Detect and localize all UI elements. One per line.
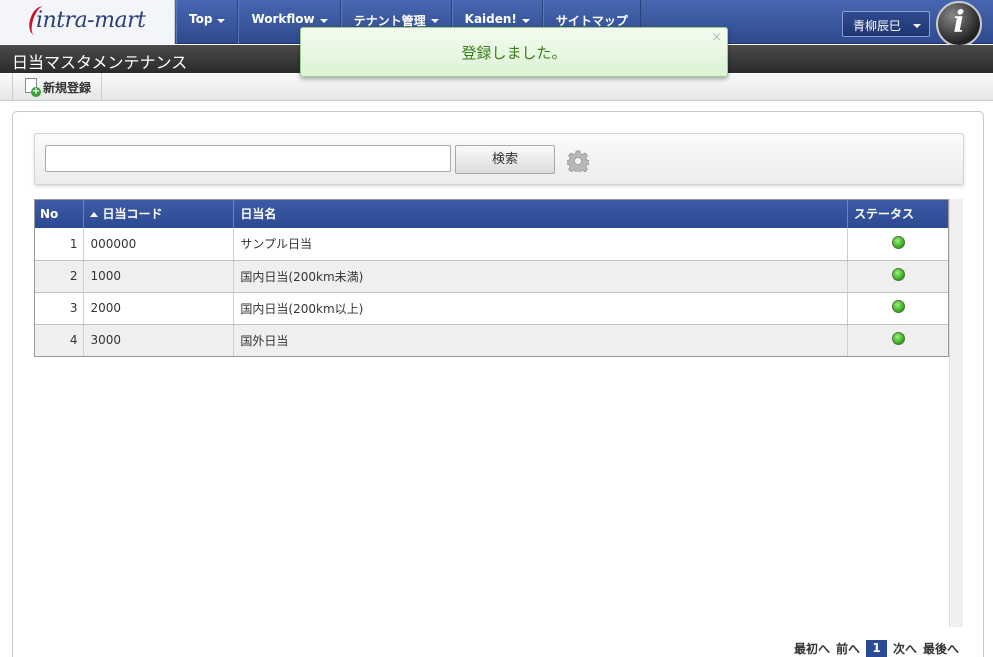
row-code: 1000: [83, 260, 235, 293]
table-scrollbar[interactable]: [949, 199, 963, 627]
row-code: 2000: [83, 292, 235, 325]
row-name: 国内日当(200km未満): [233, 260, 849, 293]
row-status: [847, 292, 949, 325]
row-no: 1: [34, 228, 85, 261]
status-active-icon: [891, 235, 905, 249]
pager-next-link[interactable]: 次へ: [893, 640, 917, 657]
info-i-icon[interactable]: i: [936, 1, 982, 47]
new-document-icon: [25, 78, 41, 97]
daily-allowance-table: No 日当コード 日当名 ステータス 1 000000 サンプル日当 2 100…: [34, 199, 949, 357]
status-active-icon: [891, 268, 905, 281]
pager-prev-link[interactable]: 前へ: [836, 640, 860, 657]
table-row[interactable]: 2 1000 国内日当(200km未満): [34, 260, 949, 293]
logo-text: intra-mart: [36, 8, 146, 33]
chevron-down-icon: [217, 19, 226, 23]
user-name: 青柳辰巳: [853, 19, 902, 33]
toast-message: 登録しました。: [461, 44, 567, 62]
pager-current-page: 1: [866, 640, 888, 657]
gear-icon[interactable]: [567, 150, 589, 172]
table-header-row: No 日当コード 日当名 ステータス: [34, 199, 949, 228]
column-header-name[interactable]: 日当名: [233, 199, 849, 228]
toolbar: 新規登録: [0, 73, 993, 101]
row-status: [847, 260, 949, 293]
close-icon[interactable]: ×: [711, 30, 722, 45]
column-header-code[interactable]: 日当コード: [83, 199, 235, 228]
status-active-icon: [891, 332, 905, 345]
table-row[interactable]: 4 3000 国外日当: [34, 324, 949, 357]
page-title: 日当マスタメンテナンス: [12, 53, 188, 72]
chevron-down-icon: [319, 19, 328, 23]
search-input[interactable]: [45, 145, 451, 172]
row-name: 国内日当(200km以上): [233, 292, 849, 325]
row-code: 000000: [83, 228, 235, 261]
success-toast: 登録しました。 ×: [300, 27, 728, 77]
content-panel: 検索 No 日当コード 日当名 ステータス 1 000000 サンプル日当 2 …: [12, 111, 984, 657]
row-status: [847, 228, 949, 261]
table-row[interactable]: 3 2000 国内日当(200km以上): [34, 292, 949, 325]
column-header-no[interactable]: No: [34, 199, 85, 228]
status-active-icon: [891, 300, 905, 313]
row-code: 3000: [83, 324, 235, 357]
pagination: 最初へ 前へ 1 次へ 最後へ: [794, 640, 965, 657]
new-register-button[interactable]: 新規登録: [12, 73, 103, 100]
row-name: 国外日当: [233, 324, 849, 357]
pager-first-link[interactable]: 最初へ: [794, 640, 830, 657]
row-name: サンプル日当: [233, 228, 849, 261]
sort-ascending-icon: [90, 212, 99, 217]
row-status: [847, 324, 949, 357]
table-row[interactable]: 1 000000 サンプル日当: [34, 228, 949, 261]
chevron-down-icon: [913, 24, 921, 28]
intra-mart-logo[interactable]: intra-mart: [0, 0, 175, 44]
row-no: 2: [34, 260, 85, 293]
search-bar: 検索: [34, 133, 964, 185]
chevron-down-icon: [430, 19, 439, 23]
user-menu-button[interactable]: 青柳辰巳: [842, 11, 930, 37]
row-no: 4: [34, 324, 85, 357]
chevron-down-icon: [521, 19, 530, 23]
nav-top[interactable]: Top: [176, 0, 239, 44]
column-header-status[interactable]: ステータス: [847, 199, 949, 228]
row-no: 3: [34, 292, 85, 325]
search-button[interactable]: 検索: [455, 145, 555, 174]
pager-last-link[interactable]: 最後へ: [923, 640, 959, 657]
